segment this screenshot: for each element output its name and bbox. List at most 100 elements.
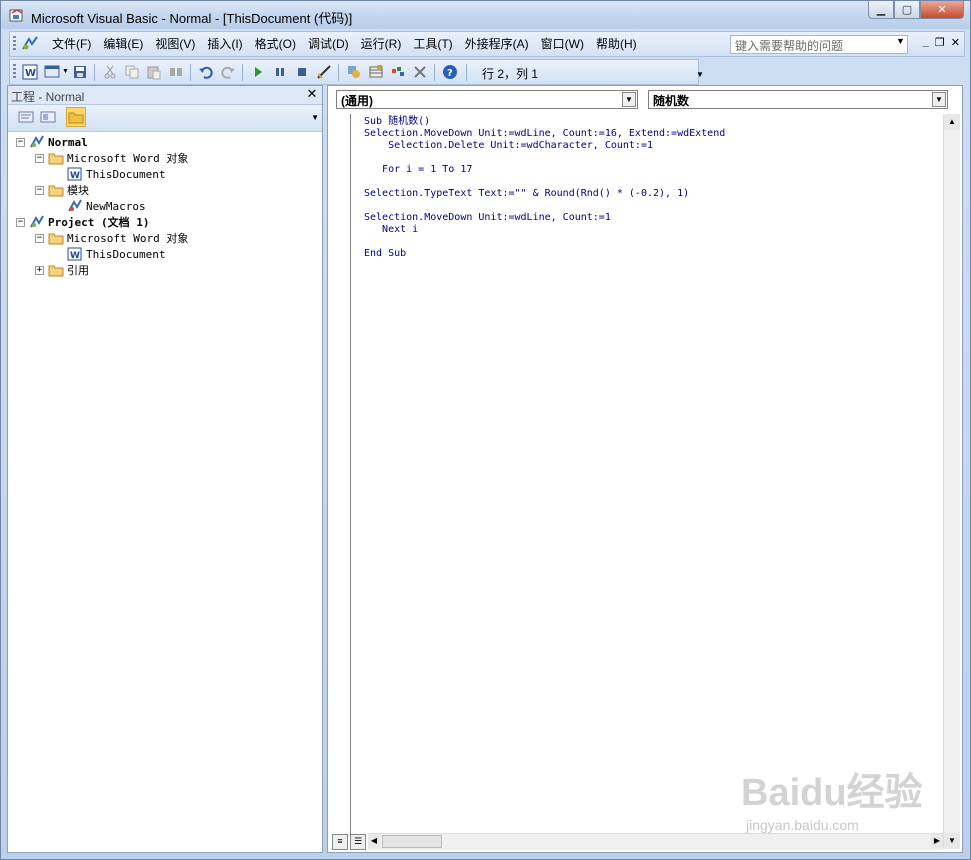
vba-menu-icon[interactable] bbox=[20, 35, 40, 53]
collapse-icon[interactable]: − bbox=[16, 217, 25, 227]
project-explorer-pane: 工程 - Normal ✕ ▼ − Normal − Microsoft Word 对… bbox=[7, 85, 323, 853]
collapse-icon[interactable]: − bbox=[35, 233, 44, 243]
vbe-window: Microsoft Visual Basic - Normal - [ThisD… bbox=[0, 0, 971, 860]
code-line[interactable]: Selection.MoveDown Unit:=wdLine, Count:=… bbox=[364, 212, 725, 224]
menu-item-6[interactable]: 运行(R) bbox=[355, 37, 408, 52]
close-button[interactable]: ✕ bbox=[920, 1, 964, 19]
mdi-close-button[interactable]: ✕ bbox=[951, 36, 960, 49]
standard-toolbar: W ▼ ? 行 2，列 1 ▼ bbox=[9, 59, 704, 85]
object-browser-icon[interactable] bbox=[390, 64, 406, 80]
tree-node[interactable]: NewMacros bbox=[54, 198, 146, 214]
insert-dropdown-arrow-icon[interactable]: ▼ bbox=[62, 68, 69, 75]
menu-item-1[interactable]: 编辑(E) bbox=[97, 37, 149, 52]
undo-icon[interactable] bbox=[198, 64, 214, 80]
collapse-icon[interactable]: − bbox=[35, 185, 44, 195]
tree-node[interactable]: − Microsoft Word 对象 bbox=[35, 230, 188, 246]
scroll-right-icon[interactable]: ▶ bbox=[931, 834, 943, 848]
toolbar-options-icon[interactable]: ▼ bbox=[696, 70, 704, 79]
code-line[interactable]: Next i bbox=[364, 224, 725, 236]
code-line[interactable]: Selection.MoveDown Unit:=wdLine, Count:=… bbox=[364, 128, 725, 140]
menu-item-3[interactable]: 插入(I) bbox=[201, 37, 248, 52]
insert-userform-icon[interactable] bbox=[44, 64, 60, 80]
menu-item-4[interactable]: 格式(O) bbox=[249, 37, 302, 52]
project-icon bbox=[29, 135, 48, 149]
collapse-icon[interactable]: − bbox=[16, 137, 25, 147]
folder-icon bbox=[68, 112, 84, 124]
copy-icon[interactable] bbox=[124, 64, 140, 80]
project-explorer-close-icon[interactable]: ✕ bbox=[305, 87, 319, 101]
save-icon[interactable] bbox=[72, 64, 88, 80]
toolbar-grip[interactable] bbox=[13, 64, 16, 80]
code-line[interactable]: For i = 1 To 17 bbox=[364, 164, 725, 176]
code-line[interactable] bbox=[364, 236, 725, 248]
mdi-minimize-button[interactable]: _ bbox=[923, 36, 929, 49]
paste-icon[interactable] bbox=[146, 64, 162, 80]
menu-item-9[interactable]: 窗口(W) bbox=[535, 37, 590, 52]
chevron-down-icon[interactable]: ▼ bbox=[932, 92, 946, 107]
tree-node[interactable]: + 引用 bbox=[35, 262, 89, 278]
code-line[interactable] bbox=[364, 152, 725, 164]
code-line[interactable] bbox=[364, 176, 725, 188]
menu-item-10[interactable]: 帮助(H) bbox=[590, 37, 643, 52]
scroll-thumb[interactable] bbox=[382, 835, 442, 848]
tree-node[interactable]: − Project (文档 1) bbox=[16, 214, 149, 230]
code-line[interactable] bbox=[364, 200, 725, 212]
toolbar-options-icon[interactable]: ▼ bbox=[311, 113, 319, 122]
menu-bar: 文件(F) 编辑(E) 视图(V) 插入(I) 格式(O) 调试(D) 运行(R) 工具(T)… bbox=[9, 31, 965, 57]
scroll-up-icon[interactable]: ▲ bbox=[944, 114, 960, 130]
toolbar-grip[interactable] bbox=[13, 36, 16, 52]
properties-window-icon[interactable] bbox=[368, 64, 384, 80]
tree-node[interactable]: − Microsoft Word 对象 bbox=[35, 150, 188, 166]
procedure-view-button[interactable]: ≡ bbox=[332, 834, 348, 850]
baidu-watermark-url: jingyan.baidu.com bbox=[746, 817, 859, 833]
minimize-button[interactable]: ▁ bbox=[868, 1, 894, 19]
code-editor[interactable]: Sub 随机数() Selection.MoveDown Unit:=wdLine… bbox=[364, 116, 725, 260]
design-mode-icon[interactable] bbox=[316, 64, 332, 80]
vertical-scrollbar[interactable]: ▲ ▼ bbox=[943, 114, 960, 849]
chevron-down-icon[interactable]: ▼ bbox=[622, 92, 636, 107]
code-line[interactable]: End Sub bbox=[364, 248, 725, 260]
menu-item-5[interactable]: 调试(D) bbox=[302, 37, 355, 52]
code-line[interactable]: Sub 随机数() bbox=[364, 116, 725, 128]
redo-icon[interactable] bbox=[220, 64, 236, 80]
procedure-combo[interactable]: 随机数 ▼ bbox=[648, 90, 948, 109]
help-search-input[interactable]: 键入需要帮助的问题 bbox=[730, 35, 908, 54]
menu-item-8[interactable]: 外接程序(A) bbox=[459, 37, 535, 52]
project-explorer-icon[interactable] bbox=[346, 64, 362, 80]
view-code-icon[interactable] bbox=[18, 109, 34, 125]
full-module-view-button[interactable]: ☰ bbox=[350, 834, 366, 850]
help-dropdown-arrow-icon[interactable]: ▼ bbox=[896, 36, 905, 46]
tree-node-label: ThisDocument bbox=[86, 247, 166, 261]
toggle-folders-button[interactable] bbox=[66, 107, 86, 127]
menu-item-2[interactable]: 视图(V) bbox=[149, 37, 201, 52]
tree-node-label: 引用 bbox=[67, 264, 89, 277]
reset-icon[interactable] bbox=[294, 64, 310, 80]
expand-icon[interactable]: + bbox=[35, 265, 44, 275]
tree-node[interactable]: W ThisDocument bbox=[54, 246, 165, 262]
find-icon[interactable] bbox=[168, 64, 184, 80]
tree-node[interactable]: − 模块 bbox=[35, 182, 89, 198]
toolbox-icon[interactable] bbox=[412, 64, 428, 80]
maximize-button[interactable]: ▢ bbox=[894, 1, 920, 19]
cut-icon[interactable] bbox=[102, 64, 118, 80]
margin-indicator-bar[interactable] bbox=[330, 114, 351, 834]
view-object-icon[interactable] bbox=[40, 109, 56, 125]
help-icon[interactable]: ? bbox=[442, 64, 458, 80]
baidu-watermark-logo: Baidu经验 bbox=[741, 772, 923, 814]
scroll-down-icon[interactable]: ▼ bbox=[944, 833, 960, 849]
run-icon[interactable] bbox=[250, 64, 266, 80]
mdi-restore-button[interactable]: ❐ bbox=[935, 36, 945, 49]
tree-node[interactable]: − Normal bbox=[16, 134, 88, 150]
object-combo[interactable]: (通用) ▼ bbox=[336, 90, 638, 109]
scroll-left-icon[interactable]: ◀ bbox=[368, 834, 380, 848]
menu-item-7[interactable]: 工具(T) bbox=[407, 37, 458, 52]
tree-node[interactable]: W ThisDocument bbox=[54, 166, 165, 182]
menu-item-0[interactable]: 文件(F) bbox=[46, 37, 97, 52]
code-line[interactable]: Selection.TypeText Text:="" & Round(Rnd(… bbox=[364, 188, 725, 200]
break-icon[interactable] bbox=[272, 64, 288, 80]
code-line[interactable]: Selection.Delete Unit:=wdCharacter, Coun… bbox=[364, 140, 725, 152]
word-view-icon[interactable]: W bbox=[22, 64, 38, 80]
horizontal-scrollbar[interactable]: ◀ ▶ bbox=[368, 833, 943, 850]
collapse-icon[interactable]: − bbox=[35, 153, 44, 163]
project-explorer-toolbar: ▼ bbox=[8, 105, 322, 132]
